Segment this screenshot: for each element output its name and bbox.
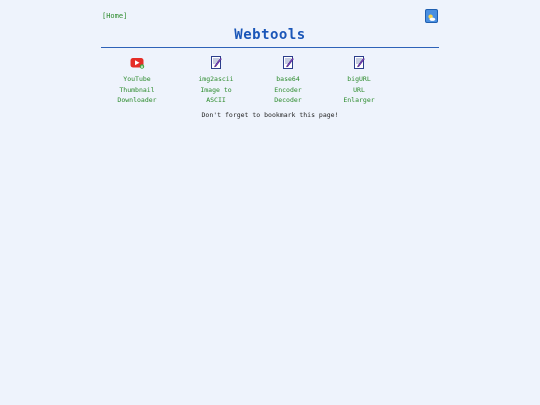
tool-label-line: Decoder [274,96,302,104]
tool-label-line: Downloader [117,96,157,104]
document-pen-icon [353,56,365,73]
tool-bigurl-url-enlarger[interactable]: bigURL URL Enlarger [324,56,394,106]
document-pen-icon [282,56,294,73]
theme-toggle-button[interactable] [425,9,438,23]
title-divider [101,47,439,48]
tool-label-line: Image to [200,85,232,94]
tool-label-line: bigURL [347,75,371,83]
home-link[interactable]: [Home] [102,12,127,20]
tool-base64-encoder-decoder[interactable]: base64 Encoder Decoder [253,56,323,106]
tool-label-line: Enlarger [343,96,375,104]
page-title: Webtools [234,27,306,43]
tool-label-line: URL [353,85,365,94]
bookmark-reminder: Don't forget to bookmark this page! [201,111,339,119]
tool-label-line: Encoder [274,85,302,94]
youtube-icon [130,57,145,73]
tool-label-line: YouTube [123,75,151,83]
tool-label-line: Thumbnail [119,85,155,94]
tool-img2ascii[interactable]: img2ascii Image to ASCII [181,56,251,106]
tool-label-line: img2ascii [198,75,234,83]
tool-label-line: ASCII [206,96,226,104]
sun-cloud-icon [427,7,436,26]
document-pen-icon [210,56,222,73]
tool-youtube-thumbnail-downloader[interactable]: YouTube Thumbnail Downloader [102,57,172,106]
tool-label-line: base64 [276,75,300,83]
